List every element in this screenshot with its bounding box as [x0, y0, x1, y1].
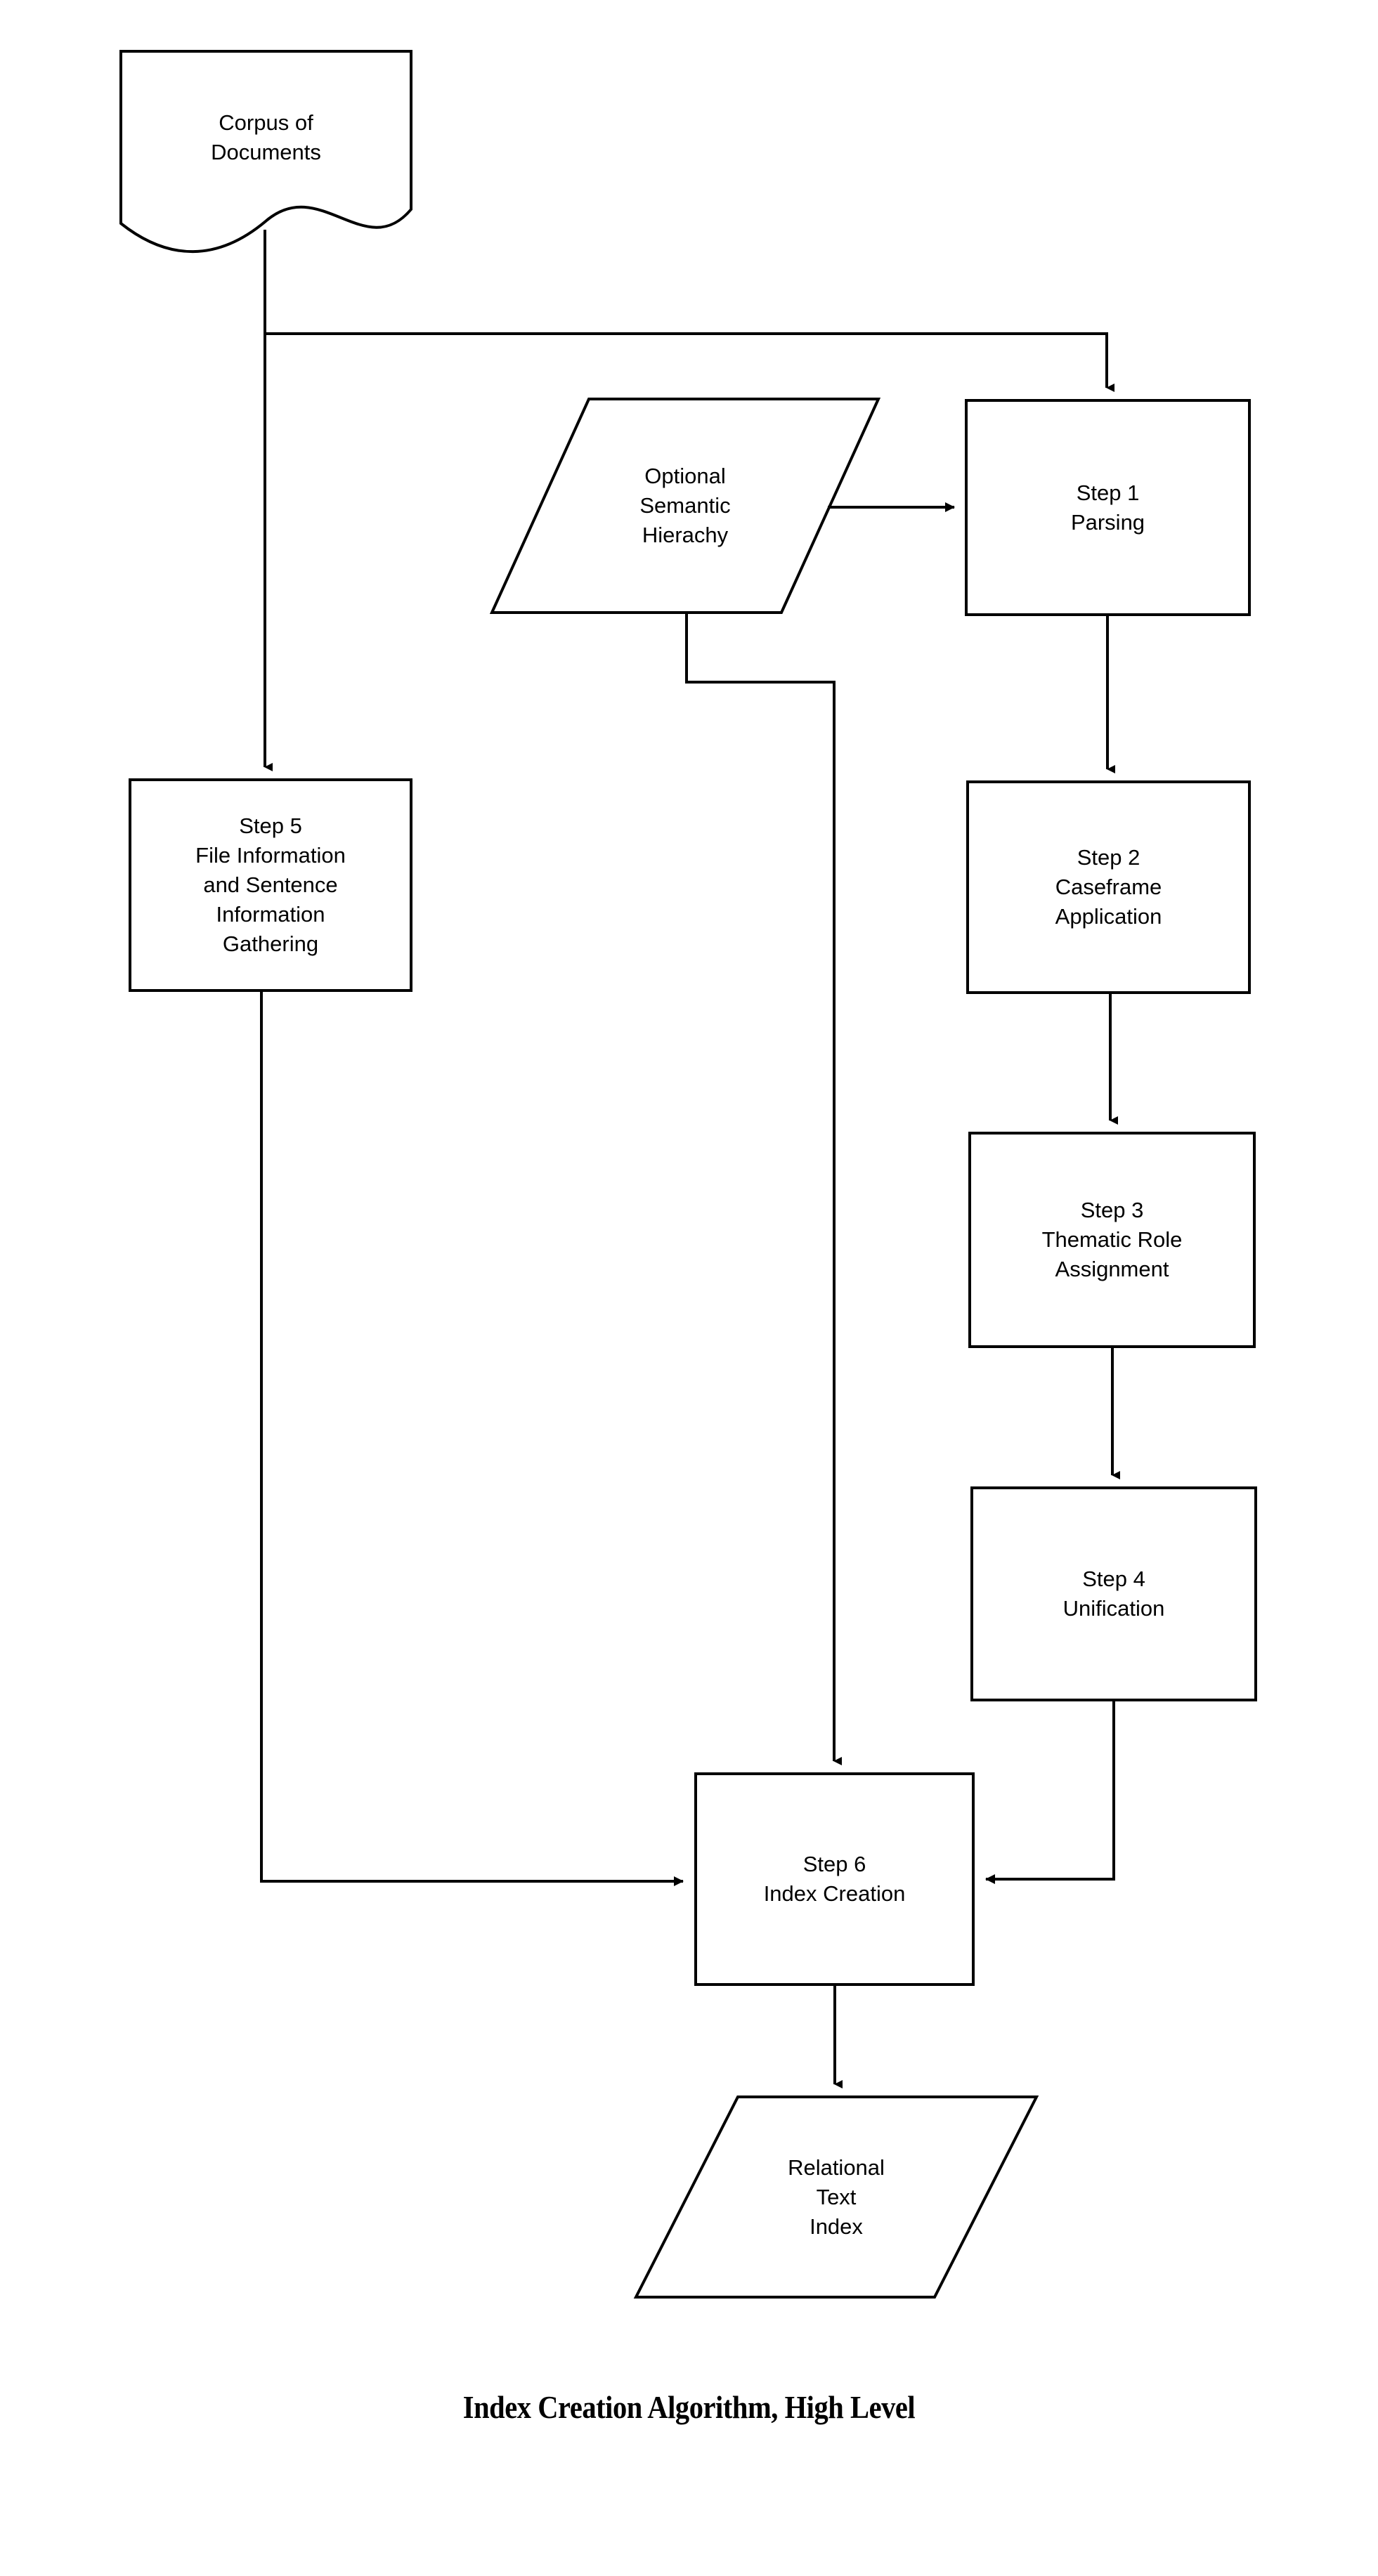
edge-hierarchy-to-step-6	[685, 613, 842, 1765]
flowchart-canvas	[119, 50, 1257, 2299]
flowchart-page: Corpus of Documents Optional Semantic Hi…	[0, 0, 1378, 2576]
node-step-3-thematic-role-assignment	[968, 1132, 1256, 1348]
node-step-4-unification	[970, 1486, 1257, 1701]
node-optional-semantic-hierachy	[489, 398, 881, 614]
edge-step-5-to-step-6	[260, 990, 684, 1886]
node-step-6-index-creation	[694, 1772, 975, 1986]
node-step-5-file-information	[129, 778, 412, 992]
node-relational-text-index	[633, 2096, 1039, 2299]
node-step-2-caseframe-application	[966, 780, 1251, 994]
node-step-1-parsing	[965, 399, 1251, 616]
node-corpus-of-documents	[119, 50, 412, 254]
edge-step-4-to-step-6	[985, 1700, 1115, 1884]
edge-corpus-to-step-1	[265, 332, 1114, 392]
figure-caption: Index Creation Algorithm, High Level	[462, 2389, 916, 2425]
